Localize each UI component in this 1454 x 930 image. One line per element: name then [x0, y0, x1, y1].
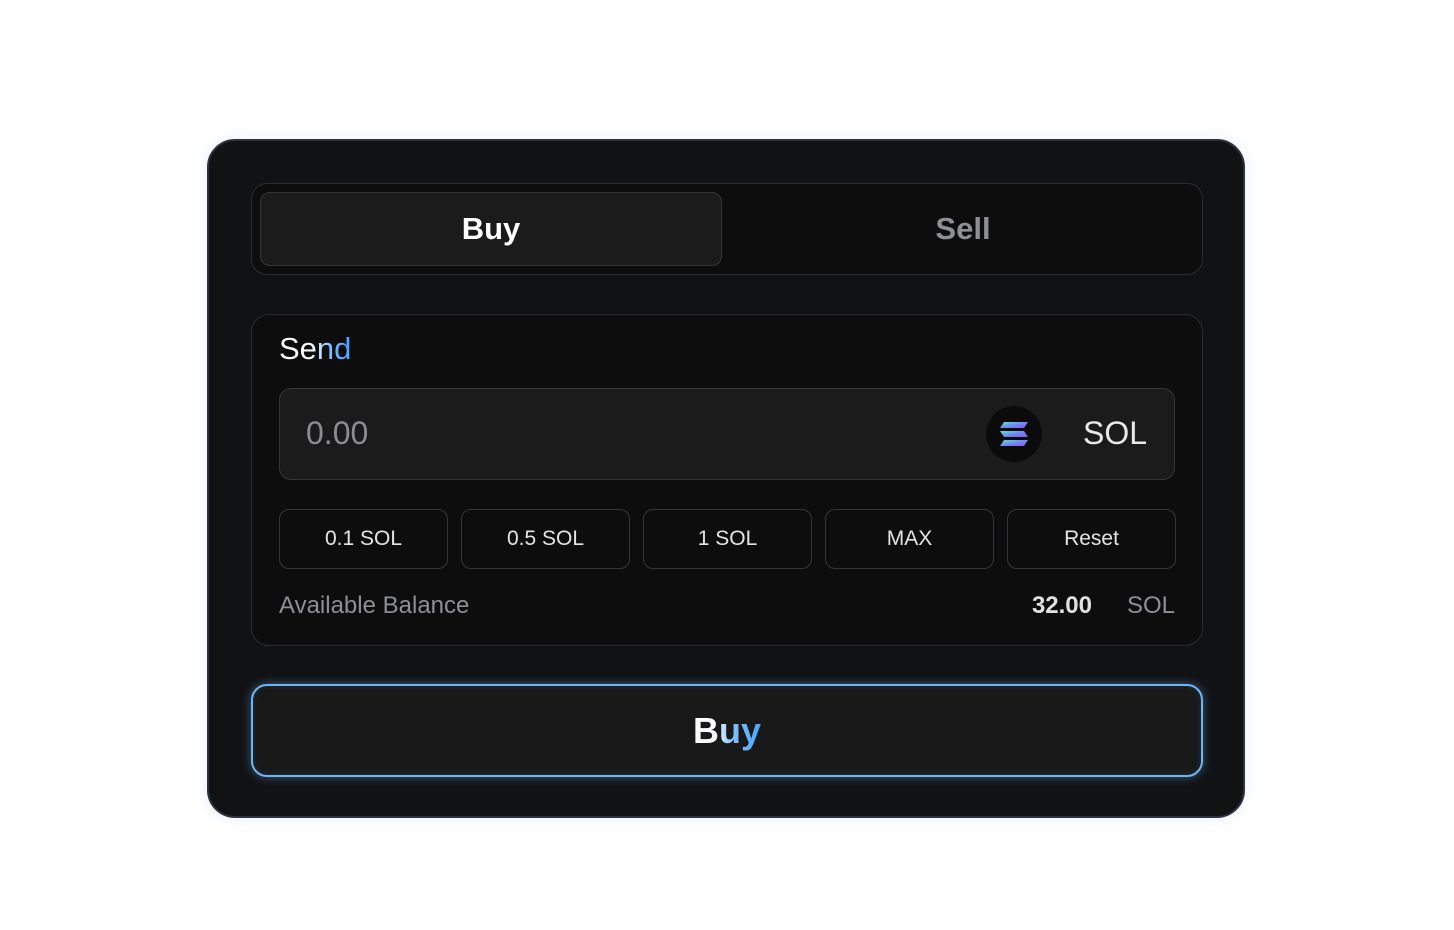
solana-icon — [986, 406, 1042, 462]
tab-sell[interactable]: Sell — [732, 192, 1194, 266]
buy-sell-tabs: Buy Sell — [251, 183, 1203, 275]
amount-field-container: SOL — [279, 388, 1175, 480]
send-label: Send — [279, 331, 352, 366]
available-balance-unit: SOL — [1126, 592, 1175, 619]
trade-card: Buy Sell Send 0.00 SOL 0.1 SOL 0.5 SOL 1… — [207, 139, 1245, 818]
quick-amount-0-5-button[interactable]: 0.5 SOL — [461, 509, 630, 569]
max-button[interactable]: MAX — [825, 509, 994, 569]
quick-amount-0-1-button[interactable]: 0.1 SOL — [279, 509, 448, 569]
tab-buy[interactable]: Buy — [260, 192, 722, 266]
buy-submit-label: Buy — [692, 709, 761, 751]
quick-amount-1-button[interactable]: 1 SOL — [643, 509, 812, 569]
token-unit-label: SOL — [1082, 415, 1147, 451]
buy-submit-button[interactable]: Buy — [251, 684, 1203, 777]
available-balance-value: 32.00 — [1031, 592, 1092, 619]
reset-button[interactable]: Reset — [1007, 509, 1176, 569]
send-panel: Send SOL — [251, 314, 1203, 646]
quick-amount-row: 0.1 SOL 0.5 SOL 1 SOL MAX Reset — [279, 509, 1176, 569]
amount-input[interactable] — [306, 389, 906, 478]
available-balance-label: Available Balance — [279, 592, 470, 619]
